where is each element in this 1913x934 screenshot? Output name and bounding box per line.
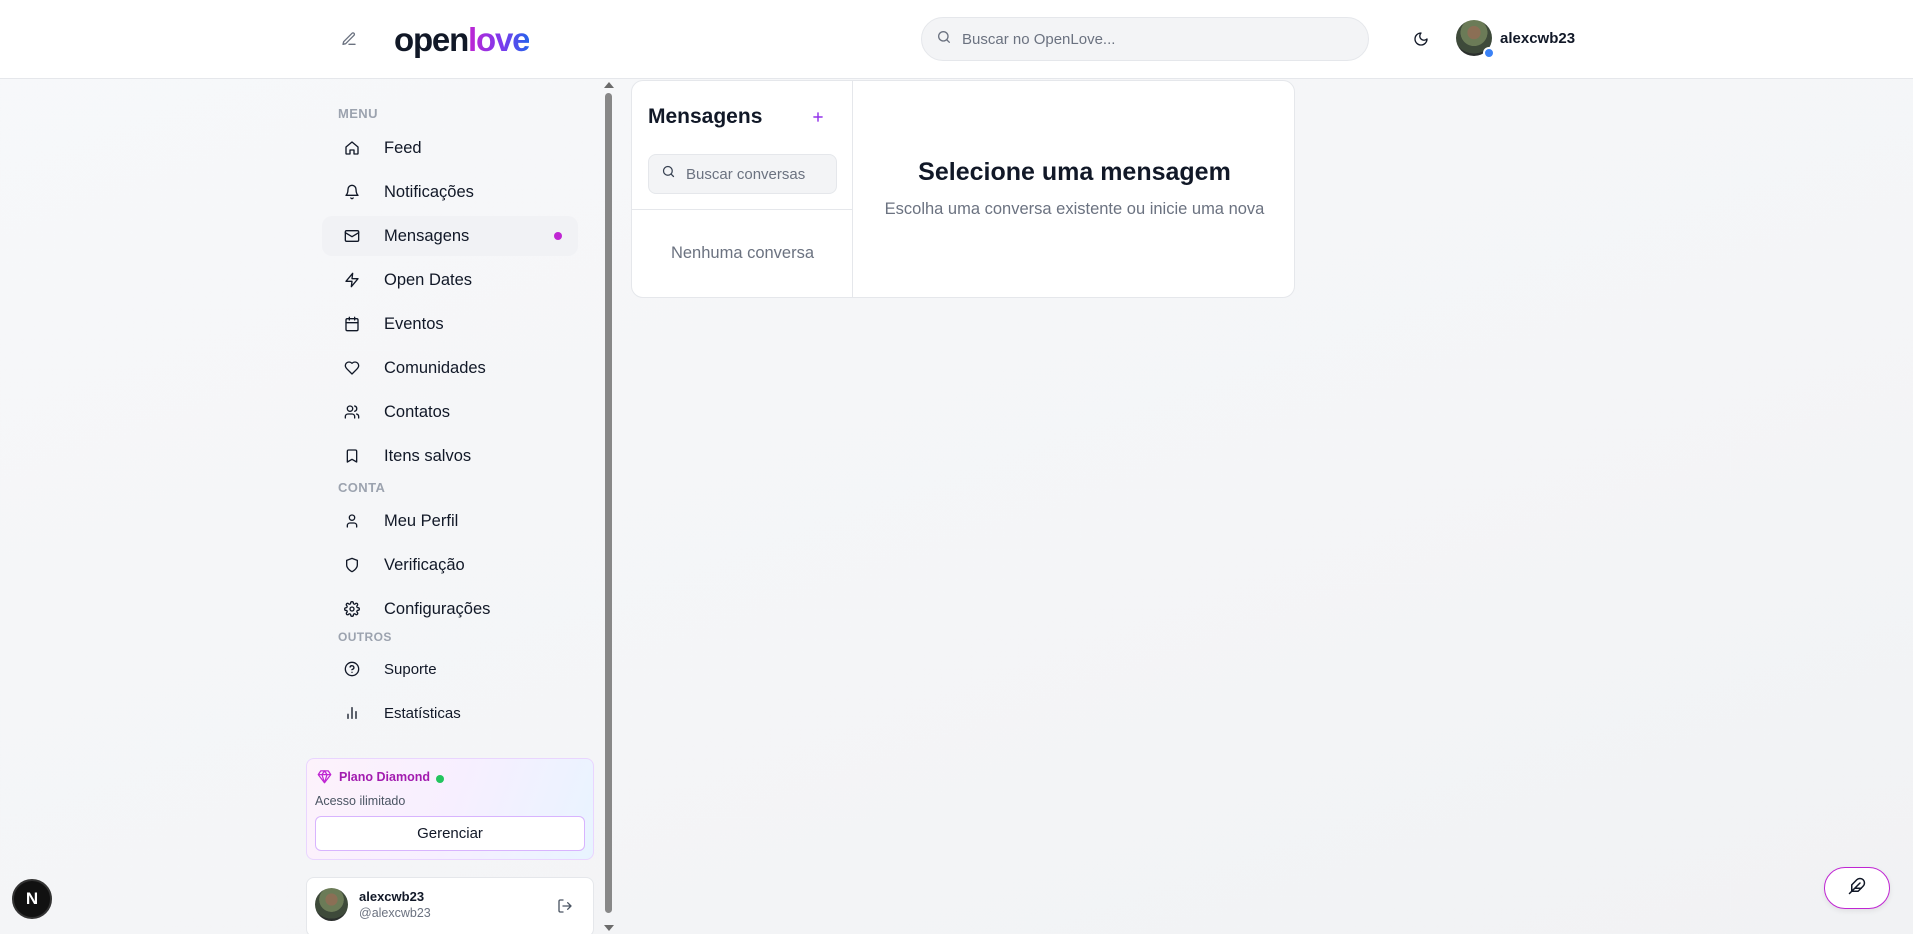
conversation-search-input[interactable] [686,165,826,183]
avatar [1456,20,1495,59]
avatar [315,888,348,921]
global-search-input[interactable] [962,30,1342,48]
sidebar-item-itens-salvos[interactable]: Itens salvos [322,436,578,476]
sidebar-item-label: Mensagens [384,226,470,245]
empty-conversations-text: Nenhuma conversa [670,244,815,262]
section-label-conta: CONTA [338,480,386,495]
sidebar: MENU Feed Notificações Mensagens Open Da… [306,79,594,934]
user-icon [344,513,360,529]
sidebar-item-label: Notificações [384,182,474,201]
sidebar-item-label: Estatísticas [384,704,461,722]
plan-subtitle: Acesso ilimitado [315,794,406,808]
sidebar-item-label: Feed [384,138,422,157]
manage-plan-button[interactable]: Gerenciar [315,816,585,851]
empty-state-subtitle: Escolha uma conversa existente ou inicie… [884,200,1265,218]
feather-pen-fab[interactable] [1824,867,1890,909]
home-icon [344,140,360,156]
sidebar-user-name: alexcwb23 [359,889,425,904]
section-label-outros: OUTROS [338,630,392,644]
sidebar-item-label: Eventos [384,314,444,333]
verified-badge-icon [1483,47,1495,59]
sidebar-item-suporte[interactable]: Suporte [322,649,578,689]
search-icon [661,164,676,184]
calendar-icon [344,316,360,332]
sidebar-item-label: Comunidades [384,358,486,377]
scrollbar-thumb[interactable] [605,93,612,913]
sidebar-item-estatisticas[interactable]: Estatísticas [322,693,578,733]
sidebar-item-label: Meu Perfil [384,511,459,530]
sidebar-item-contatos[interactable]: Contatos [322,392,578,432]
sidebar-item-label: Configurações [384,599,491,618]
top-header: openlove alexcwb23 [0,0,1913,79]
feather-icon [1848,877,1866,900]
scroll-up-icon[interactable] [604,82,614,88]
plan-card: Plano Diamond Acesso ilimitado Gerenciar [306,758,594,860]
sidebar-item-mensagens[interactable]: Mensagens [322,216,578,256]
header-username: alexcwb23 [1500,29,1576,47]
sidebar-item-open-dates[interactable]: Open Dates [322,260,578,300]
lightning-icon [344,272,360,288]
sidebar-scrollbar[interactable] [602,79,616,934]
mail-icon [344,228,360,244]
empty-state-title: Selecione uma mensagem [918,158,1231,186]
search-icon [936,29,952,50]
moon-icon[interactable] [1409,27,1433,51]
help-circle-icon [344,661,360,677]
sidebar-item-configuracoes[interactable]: Configurações [322,589,578,629]
sidebar-user-handle: @alexcwb23 [359,906,431,920]
new-message-plus-icon[interactable] [806,105,830,129]
sidebar-item-meu-perfil[interactable]: Meu Perfil [322,501,578,541]
plan-title: Plano Diamond [339,770,430,784]
sidebar-user-card[interactable]: alexcwb23 @alexcwb23 [306,877,594,934]
sidebar-item-label: Suporte [384,660,437,678]
sidebar-item-label: Open Dates [384,270,473,289]
edit-icon[interactable] [337,27,361,51]
logout-icon[interactable] [555,896,575,916]
gear-icon [344,601,360,617]
sidebar-item-notificacoes[interactable]: Notificações [322,172,578,212]
sidebar-item-comunidades[interactable]: Comunidades [322,348,578,388]
scroll-down-icon[interactable] [604,925,614,931]
conversation-search[interactable] [648,154,837,194]
messages-panel: Mensagens Nenhuma conversa Selecione uma… [631,80,1295,298]
sidebar-item-label: Verificação [384,555,465,574]
user-menu[interactable]: alexcwb23 [1456,20,1576,59]
unread-dot [554,232,562,240]
users-icon [344,404,360,420]
sidebar-item-label: Contatos [384,402,451,421]
heart-icon [344,360,360,376]
sidebar-item-verificacao[interactable]: Verificação [322,545,578,585]
logo-love: love [468,21,530,58]
plan-status-dot [436,775,444,783]
sidebar-item-label: Itens salvos [384,446,472,465]
shield-icon [344,557,360,573]
bookmark-icon [344,448,360,464]
messages-title: Mensagens [648,105,763,128]
logo-open: open [394,21,469,58]
global-search[interactable] [921,17,1369,61]
diamond-icon [317,769,332,789]
bell-icon [344,184,360,200]
sidebar-item-feed[interactable]: Feed [322,128,578,168]
logo[interactable]: openlove [394,20,530,60]
divider [632,209,853,210]
bar-chart-icon [344,705,360,721]
dev-tools-badge[interactable]: N [12,879,52,919]
conversation-list: Mensagens Nenhuma conversa [632,81,853,297]
sidebar-item-eventos[interactable]: Eventos [322,304,578,344]
section-label-menu: MENU [338,106,378,121]
